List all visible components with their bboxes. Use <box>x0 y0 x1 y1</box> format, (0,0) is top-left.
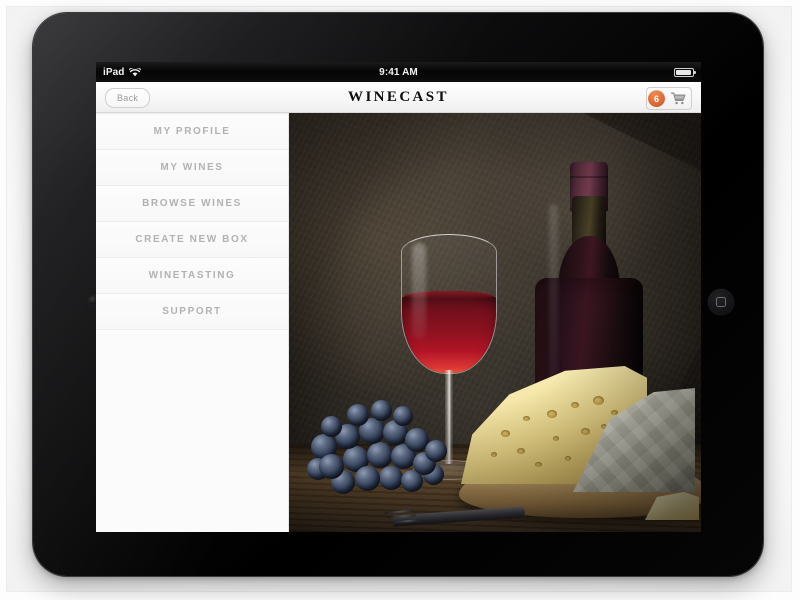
grape <box>425 440 447 462</box>
cheese-hole <box>501 430 510 437</box>
cart-button[interactable]: 6 <box>646 87 692 110</box>
status-bar-right <box>674 62 696 82</box>
cheese-hole <box>547 410 557 418</box>
cheese-hole <box>611 410 618 415</box>
sidebar-item-label: SUPPORT <box>162 306 222 317</box>
battery-fill <box>676 69 691 75</box>
cheese-hole <box>523 416 530 421</box>
sidebar-item-support[interactable]: SUPPORT <box>96 294 288 330</box>
app-title-text: WINECAST <box>348 88 449 105</box>
ipad-device: iPad 9:41 AM Back WINECAST 6 MY PROFILE … <box>33 13 763 576</box>
grape <box>379 466 403 490</box>
cart-badge: 6 <box>648 90 665 107</box>
sidebar-item-create-new-box[interactable]: CREATE NEW BOX <box>96 222 288 258</box>
page-title: WINECAST <box>96 82 701 112</box>
grape <box>393 406 413 426</box>
sidebar-item-winetasting[interactable]: WINETASTING <box>96 258 288 294</box>
cheese-hole <box>593 396 604 405</box>
fork-prong <box>387 514 416 519</box>
sidebar-item-label: MY PROFILE <box>153 126 231 137</box>
cheese-hole <box>565 456 571 461</box>
home-square-icon <box>716 297 726 307</box>
app-nav-bar: Back WINECAST 6 <box>96 82 701 113</box>
cheese-hole <box>491 452 497 457</box>
sidebar-item-my-profile[interactable]: MY PROFILE <box>96 113 288 150</box>
cheese-hole <box>581 428 590 435</box>
sidebar-item-browse-wines[interactable]: BROWSE WINES <box>96 186 288 222</box>
grape <box>355 466 380 491</box>
status-time: 9:41 AM <box>379 66 418 78</box>
grape <box>367 442 393 468</box>
glass-highlight <box>412 243 426 339</box>
hero-image <box>289 113 701 532</box>
fork-prong <box>391 519 420 524</box>
ipad-screen: iPad 9:41 AM Back WINECAST 6 MY PROFILE … <box>96 62 701 532</box>
battery-icon <box>674 67 696 77</box>
glass-bowl <box>401 234 497 374</box>
sidebar-item-my-wines[interactable]: MY WINES <box>96 150 288 186</box>
grape <box>371 400 392 421</box>
app-body: MY PROFILE MY WINES BROWSE WINES CREATE … <box>96 113 701 532</box>
sidebar-item-label: WINETASTING <box>148 270 236 281</box>
shopping-cart-icon <box>666 89 690 108</box>
page-root: iPad 9:41 AM Back WINECAST 6 MY PROFILE … <box>0 0 800 600</box>
cheese-hole <box>535 462 542 467</box>
sidebar-item-label: BROWSE WINES <box>142 198 242 209</box>
grape <box>321 416 342 437</box>
status-bar: iPad 9:41 AM <box>96 62 701 82</box>
sidebar-item-label: CREATE NEW BOX <box>135 234 249 245</box>
cheese-hole <box>553 436 559 441</box>
status-bar-center: 9:41 AM <box>96 62 701 82</box>
grape <box>319 454 344 479</box>
home-button[interactable] <box>708 289 734 315</box>
sidebar-item-label: MY WINES <box>160 162 224 173</box>
cheese-hole <box>571 402 579 408</box>
grape <box>347 404 369 426</box>
cheese-hole <box>517 448 525 454</box>
sidebar-menu: MY PROFILE MY WINES BROWSE WINES CREATE … <box>96 113 289 532</box>
